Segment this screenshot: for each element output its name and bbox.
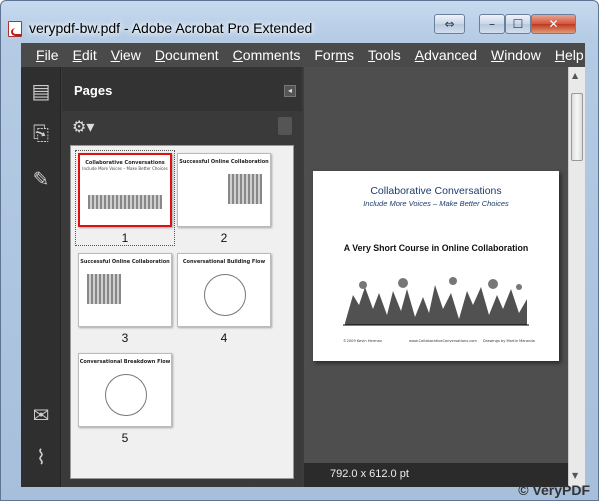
page-thumbnail-1[interactable]: Collaborative Conversations Include More… (78, 153, 172, 227)
scrollbar-thumb[interactable] (571, 93, 583, 161)
pages-panel: Pages ◂ ⚙▾ Collaborative Conversations I… (62, 67, 302, 487)
maximize-button[interactable]: ☐ (505, 14, 531, 34)
page-thumbnail-2[interactable]: Successful Online Collaboration (177, 153, 271, 227)
signatures-icon[interactable]: ✎ (29, 167, 53, 191)
page-thumbnail-5[interactable]: Conversational Breakdown Flow (78, 353, 172, 427)
app-window: verypdf-bw.pdf - Adobe Acrobat Pro Exten… (0, 0, 599, 501)
menu-item-view[interactable]: View (104, 43, 148, 67)
thumbnail-title: Conversational Breakdown Flow (79, 359, 171, 365)
thumbnail-subtitle: Include More Voices – Make Better Choice… (82, 166, 168, 171)
minimize-button[interactable]: – (479, 14, 505, 34)
thumbnail-illustration (228, 174, 262, 204)
menu-item-advanced[interactable]: Advanced (408, 43, 484, 67)
menu-item-window[interactable]: Window (484, 43, 548, 67)
pages-header: Pages ◂ (62, 67, 302, 111)
pages-icon[interactable]: ▤ (29, 79, 53, 103)
options-gear-icon[interactable]: ⚙▾ (72, 117, 94, 136)
attachments-icon[interactable]: ⌇ (29, 445, 53, 469)
title-bar: verypdf-bw.pdf - Adobe Acrobat Pro Exten… (1, 1, 598, 41)
menu-item-comments[interactable]: Comments (226, 43, 308, 67)
menu-item-document[interactable]: Document (148, 43, 226, 67)
thumbnail-diagram (105, 374, 147, 416)
page-thumbnail-3[interactable]: Successful Online Collaboration (78, 253, 172, 327)
page-size-status: 792.0 x 612.0 pt (330, 468, 409, 480)
thumbnail-illustration (88, 195, 162, 209)
thumbnail-illustration (87, 274, 121, 304)
restore-size-button[interactable]: ⇔ (434, 14, 465, 34)
bookmarks-icon[interactable]: ⎘ (29, 121, 53, 145)
page-thumbnail-4[interactable]: Conversational Building Flow (177, 253, 271, 327)
comments-icon[interactable]: ✉ (29, 403, 53, 427)
navigation-rail: ▤ ⎘ ✎ ✉ ⌇ (21, 67, 61, 487)
scroll-up-icon[interactable]: ▲ (572, 71, 578, 80)
acrobat-document-icon (8, 21, 22, 37)
menu-item-file[interactable]: File (29, 43, 66, 67)
window-title: verypdf-bw.pdf - Adobe Acrobat Pro Exten… (29, 20, 313, 36)
page-number-2: 2 (220, 231, 228, 245)
trash-icon[interactable] (278, 117, 292, 135)
footer-copyright: ©2009 Kevin Herman (343, 339, 383, 343)
pages-panel-title: Pages (74, 83, 113, 98)
document-page: Collaborative Conversations Include More… (313, 171, 559, 361)
thumbnail-diagram (204, 274, 246, 316)
page-number-1: 1 (121, 231, 129, 245)
page-number-5: 5 (121, 431, 129, 445)
page-number-4: 4 (220, 331, 228, 345)
thumbnail-title: Conversational Building Flow (182, 259, 266, 265)
page-subtitle: Include More Voices – Make Better Choice… (363, 199, 509, 208)
thumbnail-title: Successful Online Collaboration (80, 259, 170, 265)
page-number-3: 3 (121, 331, 129, 345)
footer-website: www.CollaborativeConversations.com (409, 339, 477, 343)
workspace: ▤ ⎘ ✎ ✉ ⌇ Pages ◂ ⚙▾ Collaborative Conve… (21, 67, 585, 487)
close-button[interactable]: ✕ (531, 14, 576, 34)
thumbnail-list: Collaborative Conversations Include More… (70, 145, 294, 479)
menu-item-forms[interactable]: Forms (307, 43, 361, 67)
pages-toolbar: ⚙▾ (62, 111, 302, 143)
watermark: © VeryPDF (518, 482, 590, 498)
course-title: A Very Short Course in Online Collaborat… (343, 243, 529, 253)
scroll-down-icon[interactable]: ▼ (572, 471, 578, 480)
page-title: Collaborative Conversations (370, 185, 502, 197)
vertical-scrollbar[interactable]: ▲ ▼ (568, 67, 585, 487)
collapse-panel-icon[interactable]: ◂ (284, 85, 296, 97)
menu-item-tools[interactable]: Tools (361, 43, 408, 67)
footer-credit: Drawings by Martin Maranda (483, 339, 535, 343)
menu-bar: File Edit View Document Comments Forms Tools Ad… (21, 43, 585, 67)
thumbnail-title: Successful Online Collaboration (179, 159, 269, 165)
menu-item-help[interactable]: Help (548, 43, 591, 67)
document-pane[interactable]: Collaborative Conversations Include More… (304, 67, 568, 487)
collaboration-illustration (343, 275, 529, 327)
menu-item-edit[interactable]: Edit (66, 43, 104, 67)
